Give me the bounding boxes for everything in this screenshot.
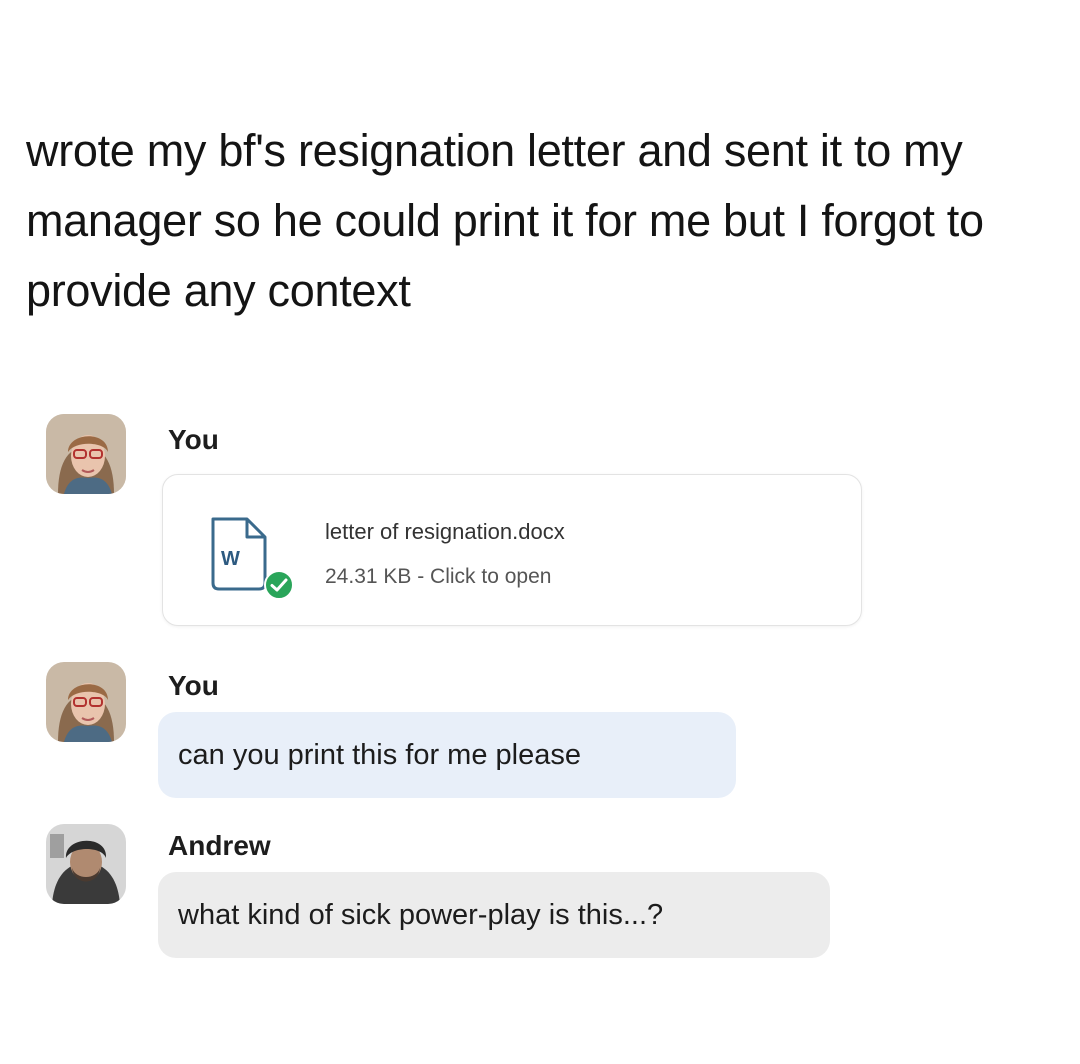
file-name[interactable]: letter of resignation.docx (325, 519, 565, 545)
avatar-image (46, 662, 126, 742)
message-bubble[interactable]: what kind of sick power-play is this...? (158, 872, 830, 958)
chat-thread: You W letter of resignation.docx 24.31 K… (0, 0, 1080, 1064)
avatar-image (46, 824, 126, 904)
file-attachment-card[interactable]: W letter of resignation.docx 24.31 KB - … (162, 474, 862, 626)
sender-name: Andrew (168, 830, 271, 861)
message-text: what kind of sick power-play is this...? (178, 898, 664, 931)
message-bubble[interactable]: can you print this for me please (158, 712, 736, 798)
sender-name: You (168, 670, 219, 701)
user-avatar[interactable] (46, 414, 126, 494)
user-avatar[interactable] (46, 662, 126, 742)
svg-text:W: W (221, 548, 240, 570)
file-meta: 24.31 KB - Click to open (325, 565, 552, 588)
check-circle-icon (263, 569, 295, 601)
sender-name: You (168, 424, 219, 455)
avatar-image (46, 414, 126, 494)
message-text: can you print this for me please (178, 738, 581, 771)
andrew-avatar[interactable] (46, 824, 126, 904)
